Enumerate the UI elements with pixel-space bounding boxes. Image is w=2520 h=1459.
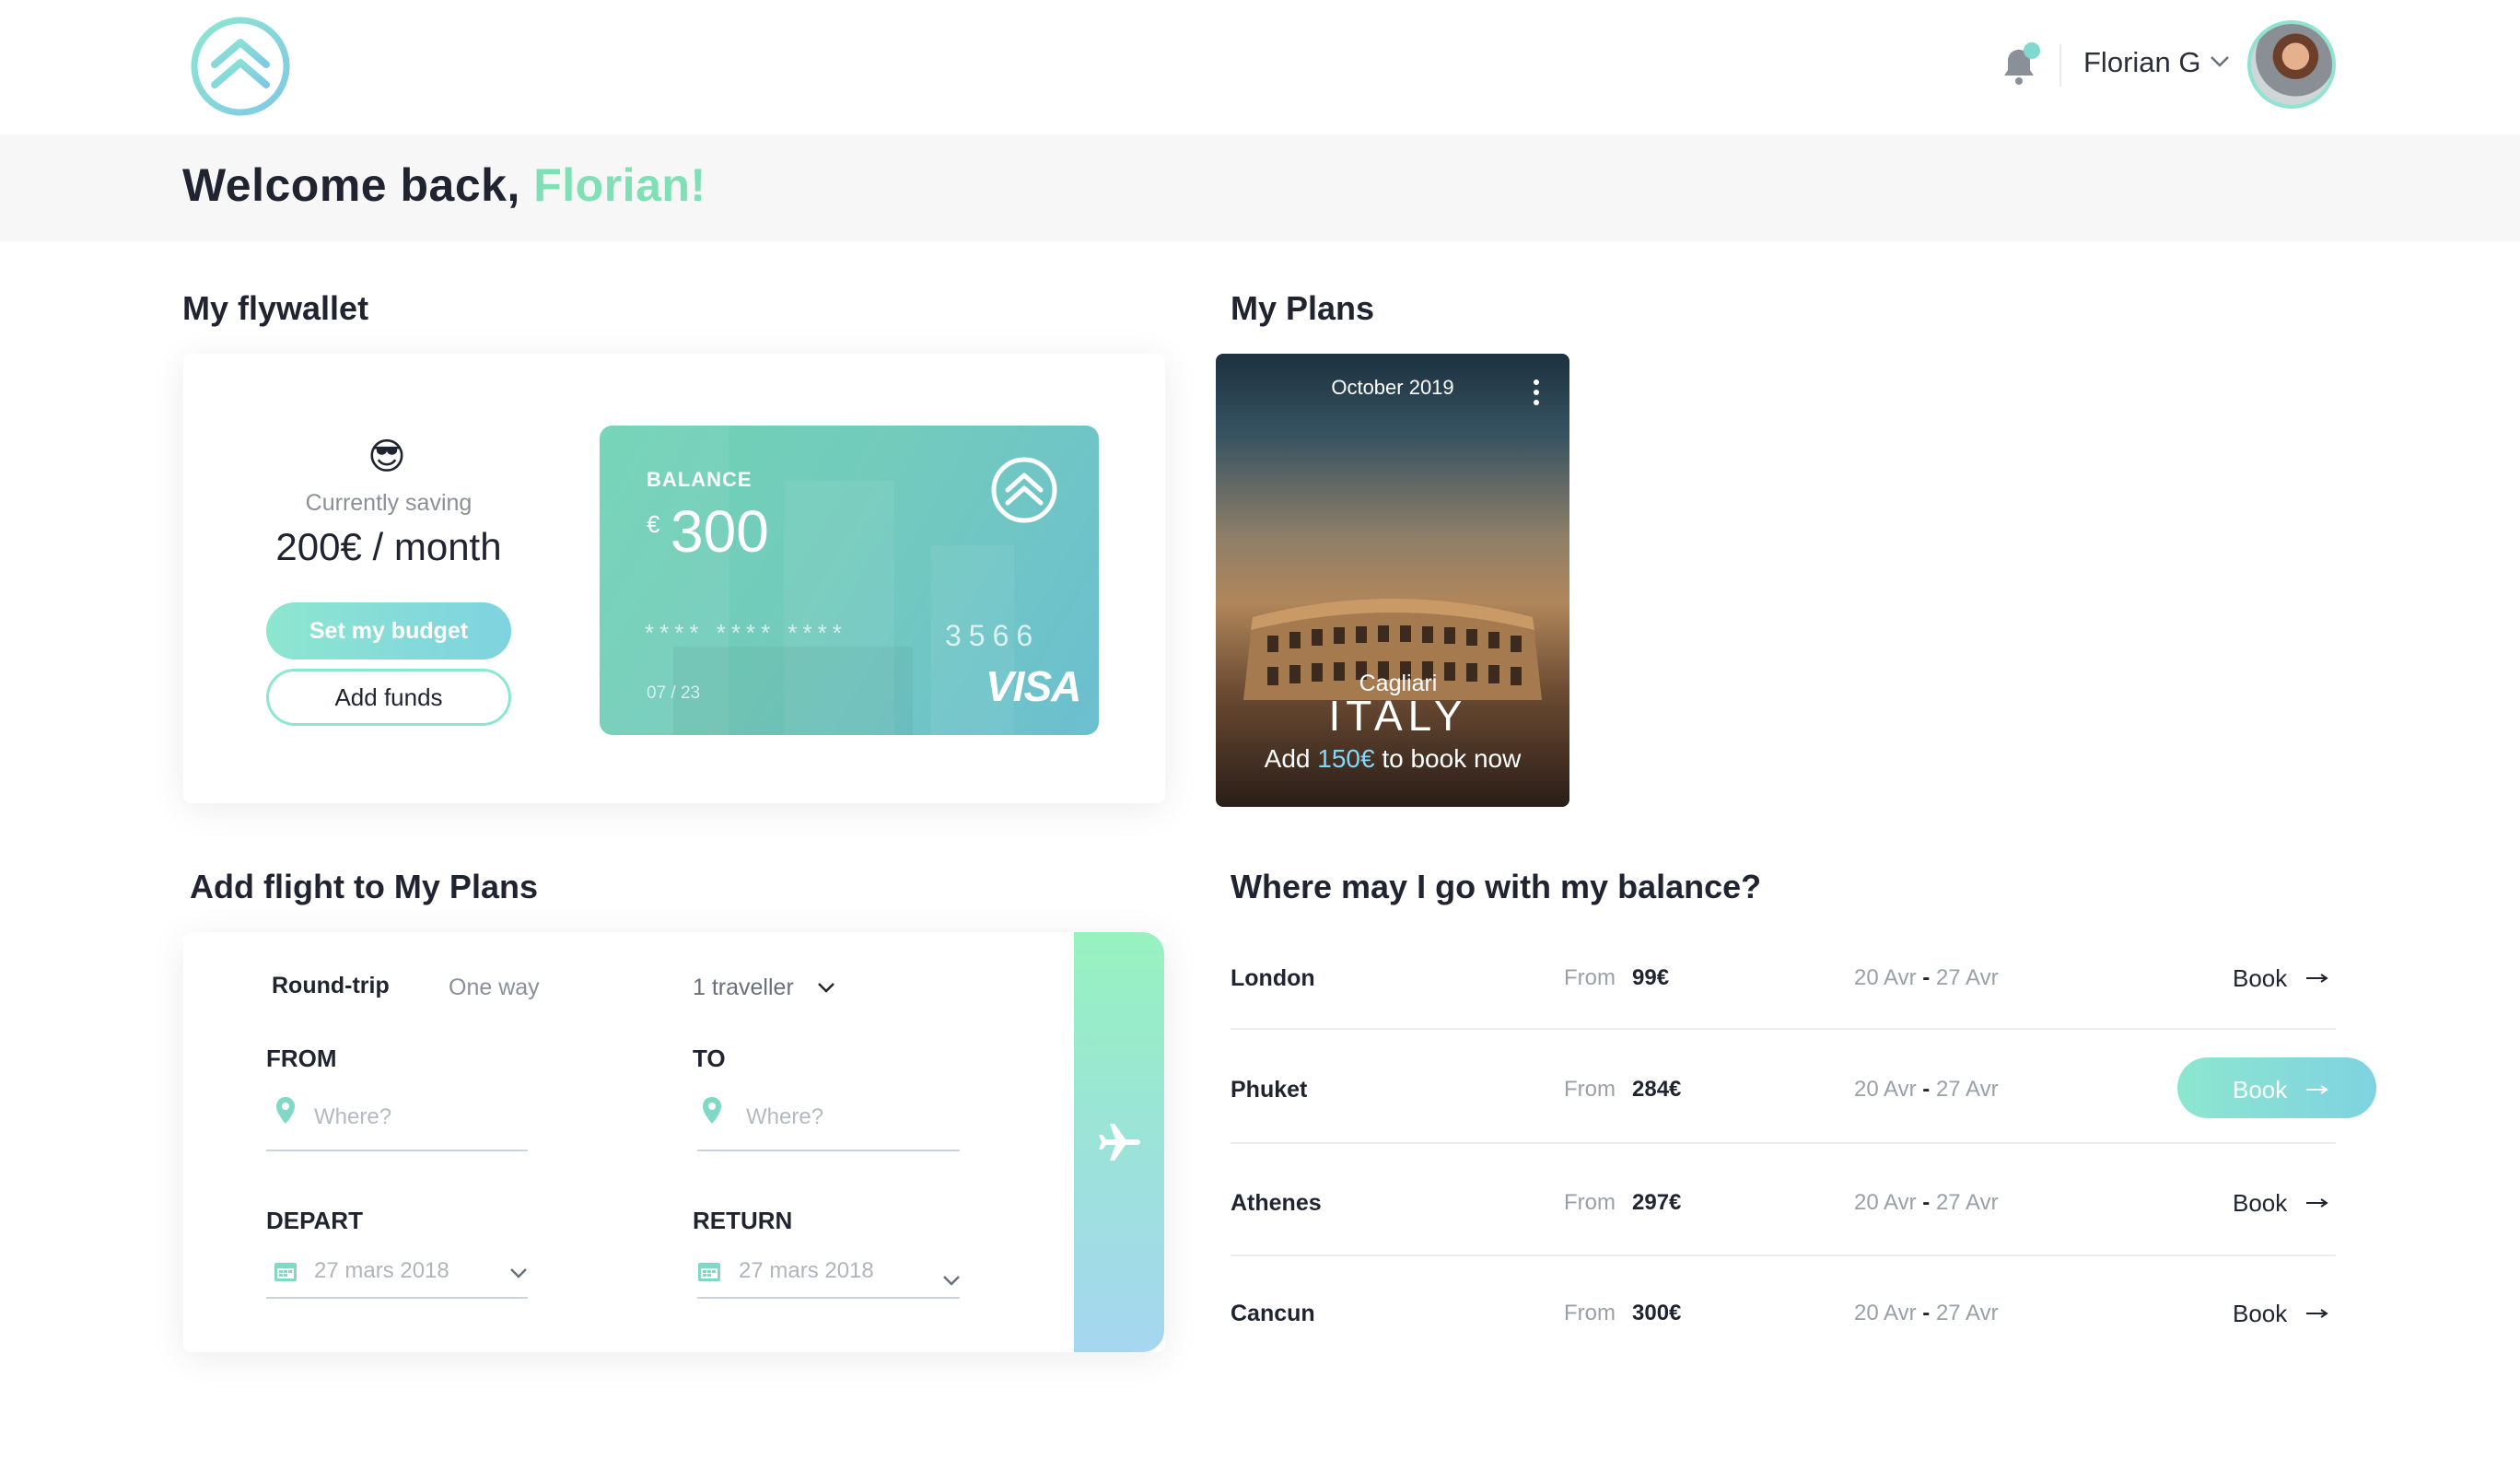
- chevron-down-icon[interactable]: [941, 1273, 962, 1288]
- dest-date-sep: -: [1922, 1190, 1931, 1215]
- airplane-icon[interactable]: [1096, 1118, 1144, 1166]
- dest-dates: 20 Avr - 27 Avr: [1854, 1301, 1999, 1326]
- dest-date-end: 27 Avr: [1935, 1190, 1999, 1215]
- dest-price: 99€: [1632, 965, 1670, 990]
- card-number-masked: **** **** ****: [645, 619, 847, 647]
- depart-underline: [266, 1297, 528, 1299]
- tab-round-trip[interactable]: Round-trip: [272, 973, 390, 999]
- dest-city: London: [1231, 965, 1315, 991]
- dest-date-start: 20 Avr: [1854, 1077, 1917, 1102]
- row-divider: [1231, 1028, 2336, 1030]
- from-underline: [266, 1150, 528, 1151]
- balance-label: BALANCE: [647, 468, 752, 491]
- dest-date-sep: -: [1922, 1077, 1931, 1102]
- plan-cta-suffix: to book now: [1374, 744, 1522, 773]
- dest-date-end: 27 Avr: [1935, 1077, 1999, 1102]
- dest-from-label: From: [1564, 1077, 1616, 1102]
- plan-cta-text: Add 150€ to book now: [1216, 744, 1569, 774]
- card-expiry: 07 / 23: [647, 683, 701, 703]
- dest-from-label: From: [1564, 965, 1616, 990]
- visa-logo: VISA: [986, 662, 1081, 710]
- dest-from-label: From: [1564, 1190, 1616, 1215]
- book-button[interactable]: Book: [2233, 1189, 2287, 1218]
- depart-date-select[interactable]: 27 mars 2018: [314, 1258, 449, 1284]
- chevron-down-icon[interactable]: [816, 980, 836, 995]
- sunglasses-emoji-icon: 😎: [368, 437, 406, 477]
- arrow-right-icon[interactable]: [2304, 1197, 2330, 1208]
- avatar[interactable]: [2247, 20, 2336, 109]
- user-name[interactable]: Florian G: [2083, 46, 2200, 79]
- card-last-digits: 3566: [945, 619, 1041, 652]
- more-vertical-icon[interactable]: [1529, 378, 1544, 407]
- tab-one-way[interactable]: One way: [449, 975, 540, 1001]
- add-funds-button[interactable]: Add funds: [266, 669, 511, 726]
- dest-date-end: 27 Avr: [1935, 965, 1999, 990]
- destinations-title: Where may I go with my balance?: [1231, 868, 1762, 905]
- from-label: FROM: [266, 1045, 337, 1072]
- dest-date-start: 20 Avr: [1854, 1190, 1917, 1215]
- plans-title: My Plans: [1231, 289, 1375, 327]
- dest-date-sep: -: [1922, 1301, 1931, 1325]
- row-divider: [1231, 1142, 2336, 1144]
- dest-from-label: From: [1564, 1301, 1616, 1325]
- dest-date-start: 20 Avr: [1854, 965, 1917, 990]
- chevron-down-icon[interactable]: [2209, 53, 2231, 70]
- welcome-user-name: Florian!: [533, 159, 706, 211]
- dest-dates: 20 Avr - 27 Avr: [1854, 965, 1999, 991]
- dest-price: 297€: [1632, 1190, 1682, 1215]
- arrow-right-icon[interactable]: [2304, 1308, 2330, 1319]
- plan-cta-prefix: Add: [1264, 744, 1318, 773]
- plan-date: October 2019: [1331, 376, 1454, 399]
- add-flight-title: Add flight to My Plans: [190, 868, 538, 905]
- arrow-right-icon[interactable]: [2304, 1084, 2330, 1095]
- card-logo-icon: [991, 457, 1057, 523]
- calendar-icon: [274, 1263, 297, 1281]
- from-input[interactable]: Where?: [314, 1104, 391, 1130]
- saving-amount: 200€ / month: [275, 525, 502, 568]
- dest-dates: 20 Avr - 27 Avr: [1854, 1077, 1999, 1103]
- dest-price: 284€: [1632, 1077, 1682, 1102]
- return-label: RETURN: [693, 1207, 793, 1234]
- app-logo-icon[interactable]: [189, 15, 292, 118]
- dest-date-start: 20 Avr: [1854, 1301, 1917, 1325]
- depart-label: DEPART: [266, 1207, 363, 1234]
- location-pin-icon: [276, 1097, 295, 1124]
- row-divider: [1231, 1255, 2336, 1256]
- location-pin-icon: [703, 1097, 721, 1124]
- calendar-icon: [698, 1263, 720, 1281]
- return-underline: [697, 1297, 960, 1299]
- to-label: TO: [693, 1045, 726, 1072]
- plan-country: ITALY: [1328, 692, 1468, 740]
- dest-city: Phuket: [1231, 1077, 1308, 1103]
- travellers-select[interactable]: 1 traveller: [693, 975, 794, 1001]
- dest-date-end: 27 Avr: [1935, 1301, 1999, 1325]
- arrow-right-icon[interactable]: [2304, 973, 2330, 984]
- set-budget-button[interactable]: Set my budget: [266, 602, 511, 659]
- book-button[interactable]: Book: [2233, 1076, 2287, 1104]
- to-underline: [697, 1150, 960, 1151]
- notification-dot: [2024, 42, 2040, 59]
- flywallet-title: My flywallet: [182, 289, 369, 327]
- header-divider: [2059, 44, 2061, 87]
- dest-date-sep: -: [1922, 965, 1931, 990]
- book-button[interactable]: Book: [2233, 964, 2287, 993]
- dest-city: Cancun: [1231, 1301, 1315, 1326]
- welcome-heading: Welcome back, Florian!: [182, 158, 706, 212]
- plan-cta-amount: 150€: [1317, 744, 1375, 773]
- dest-dates: 20 Avr - 27 Avr: [1854, 1190, 1999, 1216]
- dest-city: Athenes: [1231, 1190, 1322, 1216]
- book-button[interactable]: Book: [2233, 1300, 2287, 1328]
- saving-label: Currently saving: [305, 490, 472, 516]
- welcome-prefix: Welcome back,: [182, 159, 534, 211]
- to-input[interactable]: Where?: [746, 1104, 823, 1130]
- return-date-select[interactable]: 27 mars 2018: [739, 1258, 874, 1284]
- chevron-down-icon[interactable]: [508, 1266, 529, 1280]
- balance-amount: 300: [671, 498, 769, 565]
- dest-price: 300€: [1632, 1301, 1682, 1325]
- balance-currency: €: [647, 510, 660, 538]
